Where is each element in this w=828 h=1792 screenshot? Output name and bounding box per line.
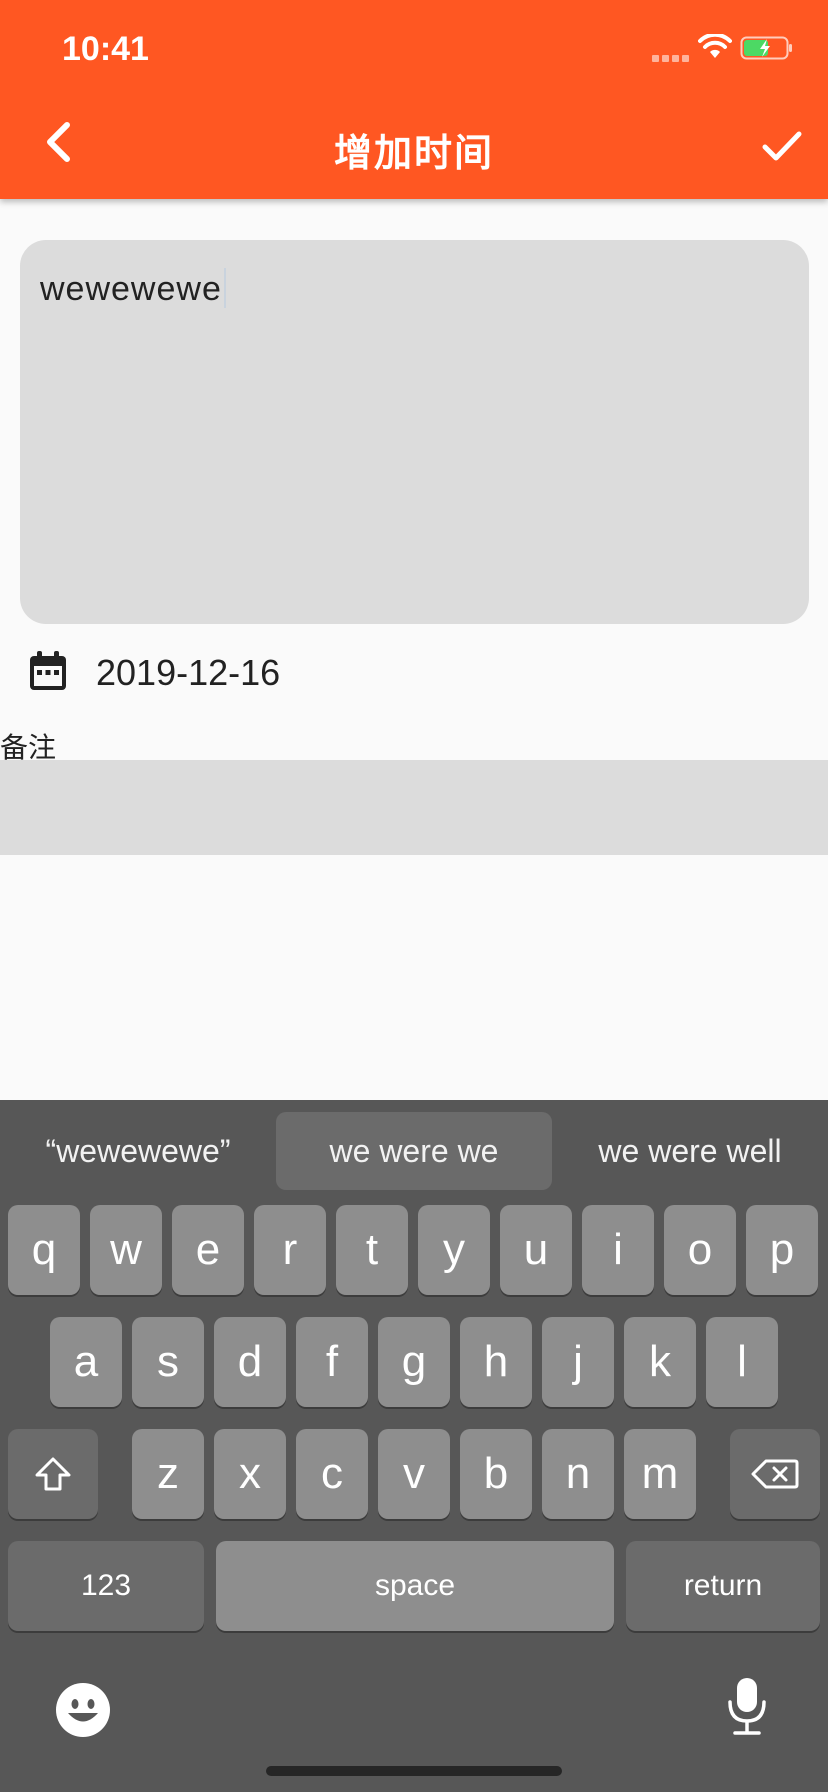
key[interactable]: d: [214, 1317, 286, 1407]
suggestion-item[interactable]: “wewewewe”: [14, 1112, 262, 1190]
key[interactable]: q: [8, 1205, 80, 1295]
key[interactable]: b: [460, 1429, 532, 1519]
return-key[interactable]: return: [626, 1541, 820, 1631]
wifi-icon: [698, 34, 732, 58]
microphone-icon[interactable]: [726, 1676, 768, 1736]
key[interactable]: s: [132, 1317, 204, 1407]
key[interactable]: n: [542, 1429, 614, 1519]
key[interactable]: y: [418, 1205, 490, 1295]
key[interactable]: h: [460, 1317, 532, 1407]
key[interactable]: e: [172, 1205, 244, 1295]
shift-icon: [35, 1457, 71, 1491]
key[interactable]: g: [378, 1317, 450, 1407]
key[interactable]: f: [296, 1317, 368, 1407]
remark-input[interactable]: [0, 760, 828, 855]
suggestion-item-selected[interactable]: we were we: [276, 1112, 552, 1190]
key[interactable]: o: [664, 1205, 736, 1295]
home-indicator[interactable]: [266, 1766, 562, 1776]
backspace-icon: [751, 1459, 799, 1489]
key[interactable]: v: [378, 1429, 450, 1519]
key[interactable]: k: [624, 1317, 696, 1407]
title-input[interactable]: wewewewe: [20, 240, 809, 624]
suggestion-bar: “wewewewe” we were we we were well: [0, 1100, 828, 1198]
text-cursor: [223, 268, 226, 308]
key[interactable]: i: [582, 1205, 654, 1295]
key[interactable]: c: [296, 1429, 368, 1519]
date-value[interactable]: 2019-12-16: [96, 652, 280, 694]
page-title: 增加时间: [333, 133, 494, 175]
app-bar: 10:41 增加时间: [0, 0, 828, 199]
space-key[interactable]: space: [216, 1541, 614, 1631]
status-time: 10:41: [62, 30, 149, 68]
cellular-signal-icon: [652, 55, 689, 62]
key[interactable]: w: [90, 1205, 162, 1295]
check-icon: [762, 131, 802, 161]
key[interactable]: l: [706, 1317, 778, 1407]
calendar-icon[interactable]: [28, 650, 68, 692]
battery-icon: [740, 36, 792, 60]
on-screen-keyboard: “wewewewe” we were we we were well q w e…: [0, 1100, 828, 1792]
title-input-value: wewewewe: [40, 270, 222, 308]
key[interactable]: r: [254, 1205, 326, 1295]
key[interactable]: x: [214, 1429, 286, 1519]
key[interactable]: a: [50, 1317, 122, 1407]
emoji-icon[interactable]: [55, 1682, 111, 1738]
key[interactable]: u: [500, 1205, 572, 1295]
key[interactable]: t: [336, 1205, 408, 1295]
key[interactable]: p: [746, 1205, 818, 1295]
confirm-button[interactable]: [752, 116, 812, 176]
key[interactable]: m: [624, 1429, 696, 1519]
backspace-key[interactable]: [730, 1429, 820, 1519]
shift-key[interactable]: [8, 1429, 98, 1519]
key[interactable]: j: [542, 1317, 614, 1407]
key[interactable]: z: [132, 1429, 204, 1519]
suggestion-item[interactable]: we were well: [566, 1112, 814, 1190]
numbers-key[interactable]: 123: [8, 1541, 204, 1631]
